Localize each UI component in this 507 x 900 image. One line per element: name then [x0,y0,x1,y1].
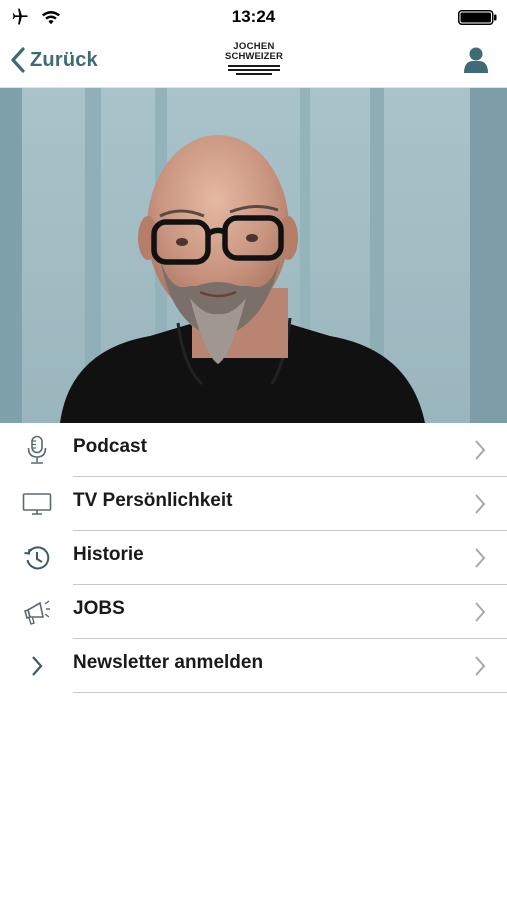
menu-item-label: TV Persönlichkeit [73,490,233,511]
history-icon [20,542,54,574]
menu-item-label: Newsletter anmelden [73,652,264,673]
chevron-right-icon [475,494,486,514]
menu-item-podcast[interactable]: Podcast [0,423,507,477]
divider [73,692,507,693]
menu-item-label: JOBS [73,598,125,619]
tv-icon [20,488,54,520]
battery-icon [458,10,497,25]
back-button-label: Zurück [30,48,98,71]
back-button[interactable]: Zurück [10,44,98,76]
microphone-icon [20,434,54,466]
user-profile-icon[interactable] [463,46,489,74]
status-time: 13:24 [231,7,276,26]
portrait-photo [0,88,507,423]
status-bar: 13:24 [0,0,507,34]
jochen-schweizer-logo: JOCHEN SCHWEIZER [221,42,287,80]
hero-image [0,88,507,423]
menu-item-jobs[interactable]: JOBS [0,585,507,639]
chevron-left-icon [11,47,25,73]
chevron-right-icon [475,548,486,568]
menu-item-tv-persoenlichkeit[interactable]: TV Persönlichkeit [0,477,507,531]
menu-item-historie[interactable]: Historie [0,531,507,585]
chevron-right-icon [475,440,486,460]
chevron-right-icon [475,602,486,622]
logo-bars [228,65,280,75]
navigation-bar: Zurück JOCHEN SCHWEIZER [0,34,507,88]
chevron-right-icon [475,656,486,676]
menu-item-newsletter-anmelden[interactable]: Newsletter anmelden [0,639,507,693]
menu-item-label: Historie [73,544,144,565]
menu-list: Podcast TV Persönlichkeit Historie JOBS … [0,423,507,693]
megaphone-icon [20,596,54,628]
logo-line2: SCHWEIZER [225,51,283,62]
menu-item-label: Podcast [73,436,147,457]
chevron-right-icon [20,650,54,682]
